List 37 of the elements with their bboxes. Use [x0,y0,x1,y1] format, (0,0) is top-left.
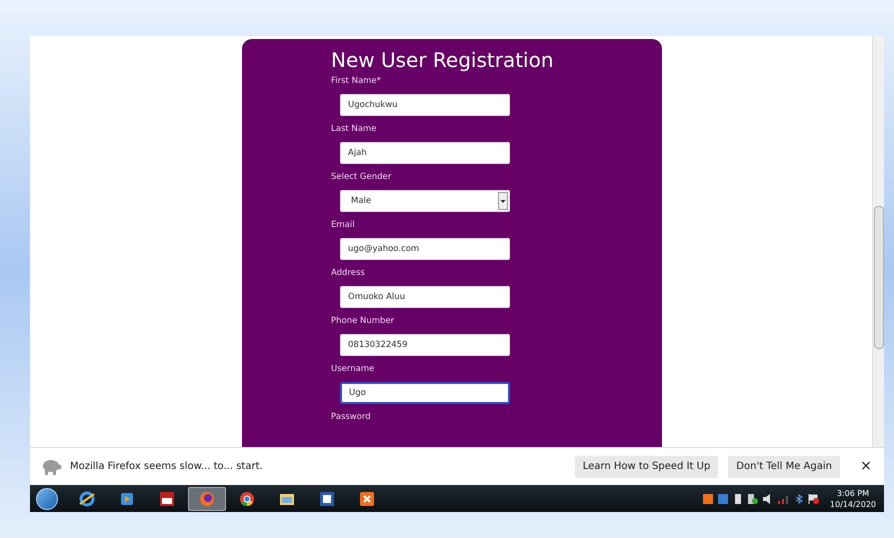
close-button[interactable]: × [858,456,874,477]
field-label: Email [331,219,356,231]
bluetooth-icon[interactable] [794,494,803,504]
field-label: Select Gender [331,171,392,183]
input-field[interactable]: Omuoko Aluu [340,286,510,308]
gender-dropdown[interactable]: Male [340,190,510,212]
input-field[interactable]: Ajah [340,142,510,164]
tray-icon[interactable] [748,494,758,504]
clock-date: 10/14/2020 [830,498,876,510]
input-field[interactable]: 08130322459 [340,334,510,356]
flag-icon[interactable] [808,494,819,504]
notification-button[interactable]: Don't Tell Me Again [728,456,840,478]
document-icon [318,490,336,508]
notification-message: Mozilla Firefox seems slow... to... start. [70,460,264,474]
spreadsheet-icon [158,490,176,508]
signal-icon[interactable] [778,494,790,504]
field-label: Password [331,411,372,423]
field-label: Phone Number [331,315,396,327]
globe-icon [78,490,96,508]
focused-input-field[interactable]: Ugo [340,382,510,404]
active-taskbar-button[interactable] [188,486,226,510]
tray-icon[interactable] [702,494,713,504]
input-field[interactable]: Ugochukwu [340,94,510,116]
field-label: Last Name [331,123,378,135]
tray-icon[interactable] [732,494,743,504]
cross-icon [358,490,376,508]
field-label: Username [331,363,376,375]
scrollbar[interactable] [872,36,884,447]
field-label: Address [331,267,366,279]
speaker-icon[interactable] [762,494,773,504]
notification-button[interactable]: Learn How to Speed It Up [574,456,718,478]
turtle-icon [40,458,62,476]
input-field[interactable]: ugo@yahoo.com [340,238,510,260]
form-title: New User Registration [331,47,555,74]
field-label: First Name* [331,75,382,87]
clock-time: 3:06 PM [836,488,870,498]
start-button[interactable] [36,488,58,510]
